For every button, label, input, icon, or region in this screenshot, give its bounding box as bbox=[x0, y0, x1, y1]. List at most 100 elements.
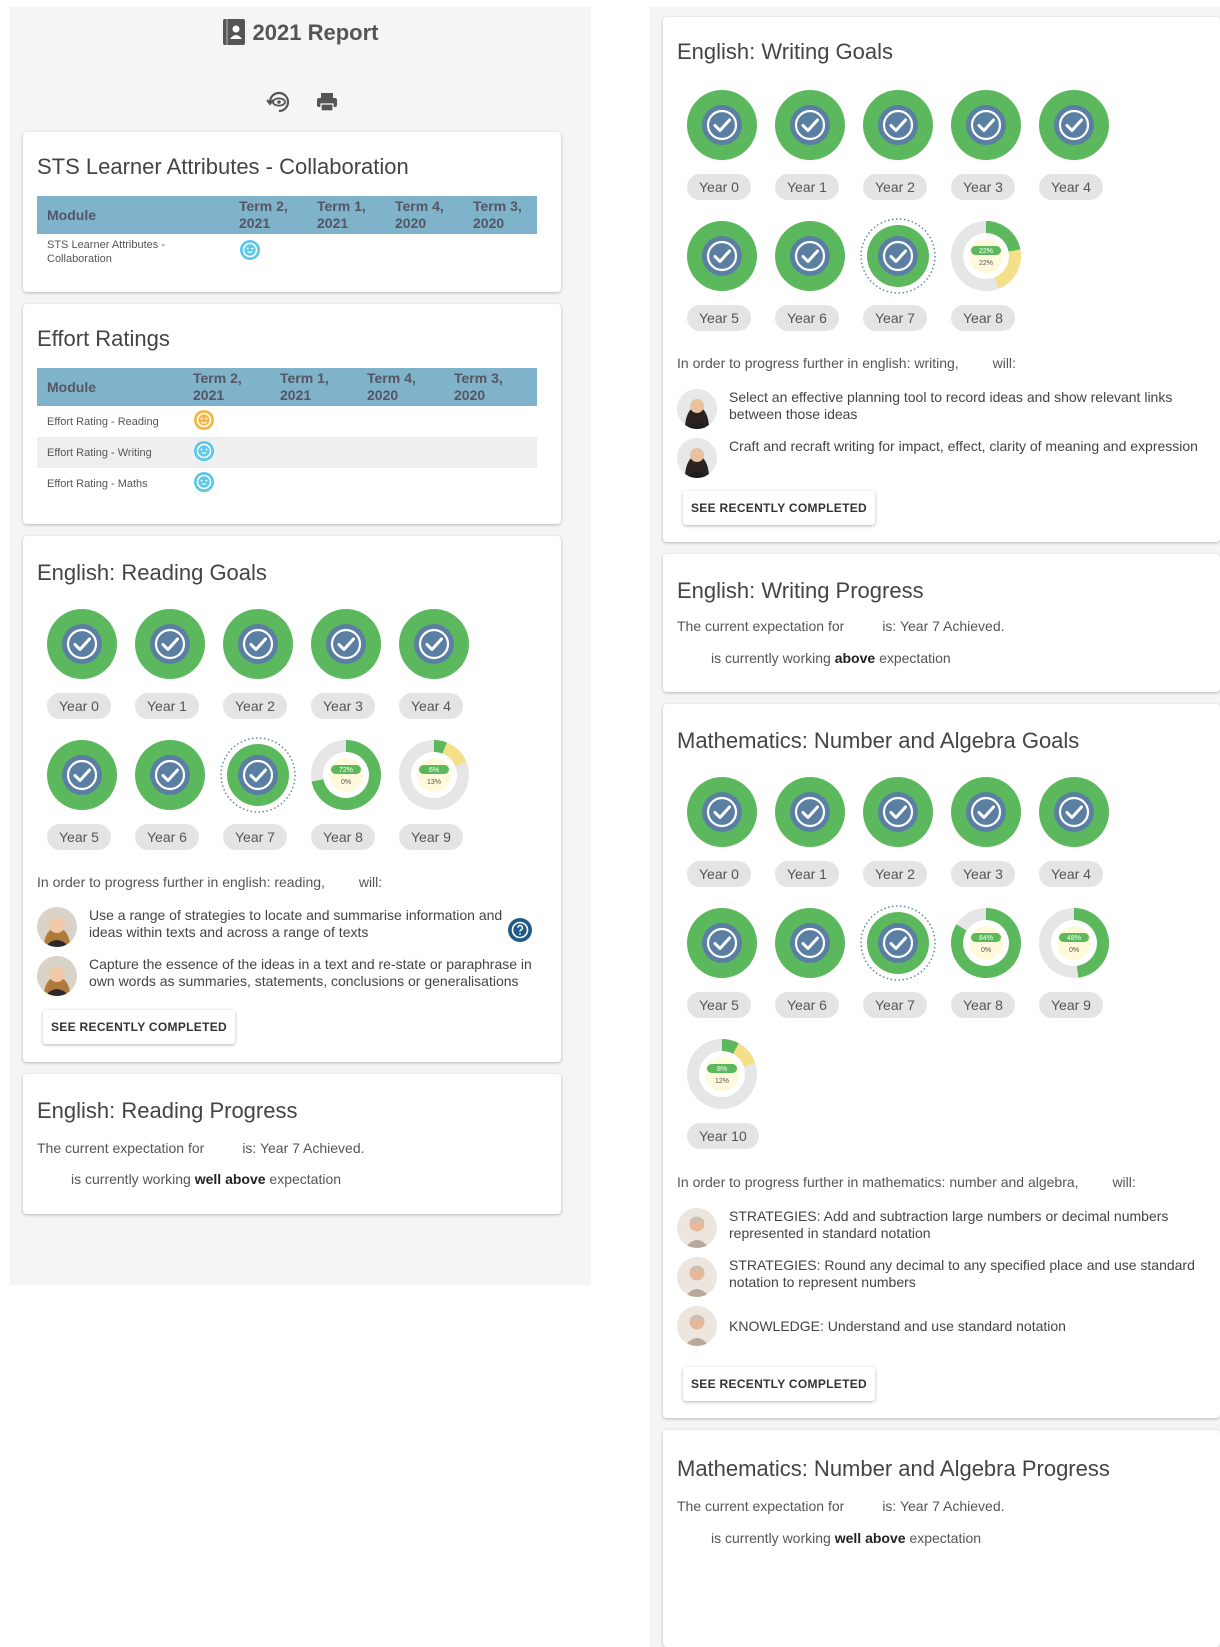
view-icon[interactable] bbox=[266, 89, 292, 115]
goal-badge[interactable]: Year 1 bbox=[125, 606, 215, 741]
teacher-avatar bbox=[677, 1306, 717, 1346]
goal-badge[interactable]: Year 2 bbox=[853, 774, 943, 909]
goal-badge[interactable]: Year 6 bbox=[765, 218, 855, 353]
collaboration-table: Module Term 2, 2021 Term 1, 2021 Term 4,… bbox=[37, 196, 537, 270]
goal-list-item[interactable]: Craft and recraft writing for impact, ef… bbox=[677, 438, 1207, 478]
year-label: Year 9 bbox=[1039, 992, 1103, 1018]
goal-bottom-percent: 0% bbox=[981, 947, 991, 954]
goal-badge[interactable]: Year 7 bbox=[853, 218, 943, 353]
year-label: Year 0 bbox=[687, 861, 751, 887]
year-label: Year 4 bbox=[1039, 861, 1103, 887]
goal-list-item[interactable]: KNOWLEDGE: Understand and use standard n… bbox=[677, 1306, 1207, 1346]
goal-badge[interactable]: Year 2 bbox=[853, 87, 943, 222]
goal-bottom-percent: 0% bbox=[341, 779, 351, 786]
goal-badge[interactable]: 72% 0% Year 8 bbox=[301, 737, 391, 872]
goal-bottom-percent: 13% bbox=[427, 779, 441, 786]
goal-badge[interactable]: Year 7 bbox=[213, 737, 303, 872]
goal-progress-icon bbox=[775, 90, 845, 160]
column-header: Term 4, 2020 bbox=[385, 196, 463, 234]
neutral-face-icon[interactable] bbox=[193, 409, 215, 431]
year-label: Year 5 bbox=[47, 824, 111, 850]
effort-ratings-card: Effort Ratings Module Term 2, 2021 Term … bbox=[23, 304, 561, 524]
year-label: Year 1 bbox=[775, 174, 839, 200]
progress-intro: In order to progress further in english:… bbox=[37, 874, 382, 890]
report-title-text: 2021 Report bbox=[252, 20, 379, 45]
goal-badge[interactable]: Year 1 bbox=[765, 87, 855, 222]
goal-badge[interactable]: 84% 0% Year 8 bbox=[941, 905, 1031, 1040]
see-recently-completed-button[interactable]: SEE RECENTLY COMPLETED bbox=[683, 491, 875, 525]
teacher-avatar bbox=[677, 1257, 717, 1297]
table-row: Effort Rating - Reading bbox=[37, 406, 537, 437]
teacher-avatar bbox=[37, 956, 77, 996]
goal-badge[interactable]: 22% 22% Year 8 bbox=[941, 218, 1031, 353]
progress-intro-will: will: bbox=[1112, 1174, 1136, 1190]
happy-face-icon[interactable] bbox=[193, 471, 215, 493]
teacher-avatar bbox=[677, 438, 717, 478]
goal-badge[interactable]: Year 3 bbox=[941, 87, 1031, 222]
year-label: Year 6 bbox=[775, 305, 839, 331]
goal-badge[interactable]: Year 7 bbox=[853, 905, 943, 1040]
happy-face-icon[interactable] bbox=[239, 239, 261, 261]
card-title: English: Reading Goals bbox=[37, 560, 267, 585]
progress-intro: In order to progress further in mathemat… bbox=[677, 1174, 1136, 1190]
goal-list-item[interactable]: Use a range of strategies to locate and … bbox=[37, 907, 507, 947]
year-label: Year 8 bbox=[951, 305, 1015, 331]
goal-badge[interactable]: Year 4 bbox=[389, 606, 479, 741]
card-title: Effort Ratings bbox=[37, 326, 170, 351]
goal-list-item[interactable]: STRATEGIES: Add and subtraction large nu… bbox=[677, 1208, 1207, 1248]
goal-badge[interactable]: 48% 0% Year 9 bbox=[1029, 905, 1119, 1040]
goal-badge[interactable]: Year 5 bbox=[677, 905, 767, 1040]
goal-badge[interactable]: Year 0 bbox=[677, 87, 767, 222]
reading-progress-card: English: Reading Progress The current ex… bbox=[23, 1074, 561, 1214]
year-label: Year 4 bbox=[1039, 174, 1103, 200]
card-title: Mathematics: Number and Algebra Goals bbox=[677, 728, 1080, 753]
column-header: Module bbox=[37, 368, 183, 406]
goal-badge[interactable]: Year 6 bbox=[765, 905, 855, 1040]
happy-face-icon[interactable] bbox=[193, 440, 215, 462]
goal-description: STRATEGIES: Add and subtraction large nu… bbox=[729, 1208, 1169, 1241]
goal-badge[interactable]: Year 0 bbox=[37, 606, 127, 741]
report-book-icon bbox=[222, 19, 245, 45]
working-level-suffix: expectation bbox=[269, 1171, 342, 1187]
goal-badge[interactable]: Year 2 bbox=[213, 606, 303, 741]
column-header: Term 1, 2021 bbox=[307, 196, 385, 234]
goal-list-item[interactable]: STRATEGIES: Round any decimal to any spe… bbox=[677, 1257, 1207, 1297]
year-label: Year 6 bbox=[135, 824, 199, 850]
writing-progress-card: English: Writing Progress The current ex… bbox=[663, 554, 1220, 692]
goal-badge[interactable]: Year 4 bbox=[1029, 87, 1119, 222]
year-label: Year 8 bbox=[311, 824, 375, 850]
goal-badge[interactable]: Year 6 bbox=[125, 737, 215, 872]
goal-badge[interactable]: Year 3 bbox=[301, 606, 391, 741]
goal-badge[interactable]: Year 1 bbox=[765, 774, 855, 909]
goal-progress-icon bbox=[687, 221, 757, 291]
help-icon[interactable] bbox=[507, 917, 533, 943]
goal-list-item[interactable]: Select an effective planning tool to rec… bbox=[677, 389, 1207, 429]
progress-intro: In order to progress further in english:… bbox=[677, 355, 1016, 371]
goal-progress-icon bbox=[135, 740, 205, 810]
goal-badge[interactable]: Year 5 bbox=[37, 737, 127, 872]
goal-bottom-percent: 0% bbox=[1069, 947, 1079, 954]
report-header: 2021 Report bbox=[10, 7, 591, 137]
year-label: Year 1 bbox=[135, 693, 199, 719]
teacher-avatar bbox=[677, 1208, 717, 1248]
goal-progress-icon: 8% 12% bbox=[687, 1039, 757, 1109]
rating-cell bbox=[183, 406, 270, 437]
rating-cell bbox=[183, 437, 270, 468]
goal-badge[interactable]: Year 0 bbox=[677, 774, 767, 909]
working-level-suffix: expectation bbox=[909, 1530, 982, 1546]
year-label: Year 3 bbox=[951, 861, 1015, 887]
goal-list-item[interactable]: Capture the essence of the ideas in a te… bbox=[37, 956, 547, 996]
maths-progress-card: Mathematics: Number and Algebra Progress… bbox=[663, 1430, 1220, 1647]
collaboration-card: STS Learner Attributes - Collaboration M… bbox=[23, 132, 561, 292]
see-recently-completed-button[interactable]: SEE RECENTLY COMPLETED bbox=[683, 1367, 875, 1401]
goal-badge[interactable]: Year 5 bbox=[677, 218, 767, 353]
year-label: Year 7 bbox=[863, 305, 927, 331]
goal-badge[interactable]: Year 3 bbox=[941, 774, 1031, 909]
goal-badge[interactable]: 6% 13% Year 9 bbox=[389, 737, 479, 872]
column-header: Term 4, 2020 bbox=[357, 368, 444, 406]
print-icon[interactable] bbox=[314, 89, 340, 115]
table-row: Effort Rating - Writing bbox=[37, 437, 537, 468]
goal-badge[interactable]: Year 4 bbox=[1029, 774, 1119, 909]
goal-badge[interactable]: 8% 12% Year 10 bbox=[677, 1036, 767, 1171]
see-recently-completed-button[interactable]: SEE RECENTLY COMPLETED bbox=[43, 1010, 235, 1044]
